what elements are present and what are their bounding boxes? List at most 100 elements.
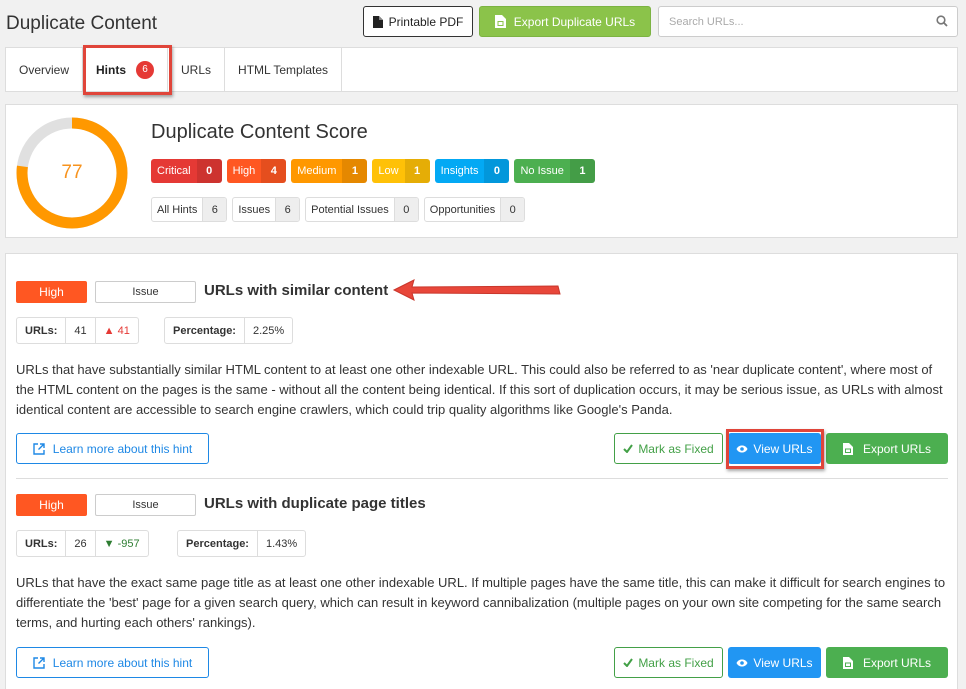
severity-low[interactable]: Low 1: [372, 159, 430, 183]
mark-as-fixed-button[interactable]: Mark as Fixed: [614, 433, 723, 464]
printable-pdf-label: Printable PDF: [388, 14, 464, 29]
hint-type-badge: Issue: [95, 494, 196, 516]
mark-as-fixed-button[interactable]: Mark as Fixed: [614, 647, 723, 678]
export-duplicate-urls-button[interactable]: Export Duplicate URLs: [479, 6, 651, 37]
hints-count-badge: 6: [136, 60, 155, 79]
learn-more-button[interactable]: Learn more about this hint: [16, 433, 209, 464]
severity-count: 1: [404, 159, 430, 183]
hint-title[interactable]: URLs with similar content: [204, 282, 388, 299]
check-icon: [623, 658, 634, 667]
hint-title[interactable]: URLs with duplicate page titles: [204, 495, 426, 512]
tab-overview[interactable]: Overview: [6, 48, 84, 91]
severity-count: 0: [196, 159, 222, 183]
annotation-arrow: [392, 279, 561, 301]
category-count: 6: [202, 198, 227, 221]
external-link-icon: [33, 442, 45, 455]
category-count: 0: [500, 198, 525, 221]
percentage-label: Percentage:: [165, 318, 245, 343]
export-duplicate-urls-label: Export Duplicate URLs: [513, 14, 636, 29]
learn-more-label: Learn more about this hint: [52, 441, 193, 456]
arrow-up-icon: ▲: [103, 324, 118, 337]
view-urls-button[interactable]: View URLs: [728, 433, 821, 464]
urls-stat-label: URLs:: [17, 318, 67, 343]
hint-description: URLs that have substantially similar HTM…: [16, 362, 943, 417]
category-label: Opportunities: [429, 203, 496, 216]
view-urls-label: View URLs: [753, 441, 813, 456]
export-urls-button[interactable]: Export URLs: [826, 433, 948, 464]
learn-more-button[interactable]: Learn more about this hint: [16, 647, 209, 678]
score-panel: 77 Duplicate Content Score Critical 0 Hig…: [5, 104, 958, 238]
view-urls-button[interactable]: View URLs: [728, 647, 821, 678]
severity-label: Insights: [440, 165, 479, 177]
percentage-stat: Percentage: 1.43%: [177, 530, 307, 557]
severity-label: High: [232, 165, 256, 177]
category-opportunities[interactable]: Opportunities 0: [423, 197, 526, 222]
urls-count: 41: [66, 318, 96, 343]
arrow-down-icon: ▼: [103, 537, 118, 550]
search-box: [658, 6, 958, 37]
percentage-label: Percentage:: [178, 531, 258, 556]
tab-bar: Overview Hints 6 URLs HTML Templates: [5, 47, 958, 92]
category-filters: All Hints 6 Issues 6 Potential Issues 0 Opp…: [151, 197, 526, 222]
priority-badge: High: [16, 281, 87, 303]
category-potential-issues[interactable]: Potential Issues 0: [305, 197, 419, 222]
search-icon[interactable]: [936, 15, 948, 27]
tab-urls[interactable]: URLs: [168, 48, 226, 91]
tab-html-templates[interactable]: HTML Templates: [225, 48, 343, 91]
score-title: Duplicate Content Score: [151, 121, 368, 143]
severity-label: Critical: [157, 165, 191, 177]
file-icon: [372, 15, 383, 28]
urls-stat-label: URLs:: [17, 531, 67, 556]
severity-label: Low: [378, 165, 399, 177]
eye-icon: [736, 445, 748, 452]
priority-badge: High: [16, 494, 87, 516]
urls-change: ▲ 41: [96, 318, 138, 343]
category-count: 0: [393, 198, 418, 221]
urls-change-value: -957: [117, 537, 140, 550]
severity-label: No Issue: [520, 165, 564, 177]
export-urls-label: Export URLs: [862, 441, 932, 456]
tab-urls-label: URLs: [181, 62, 212, 77]
eye-icon: [736, 659, 748, 666]
tab-html-templates-label: HTML Templates: [238, 62, 329, 77]
severity-no-issue[interactable]: No Issue 1: [514, 159, 595, 183]
severity-insights[interactable]: Insights 0: [434, 159, 510, 183]
hints-panel: High Issue URLs with similar content URL…: [5, 253, 958, 689]
percentage-stat: Percentage: 2.25%: [164, 317, 294, 344]
severity-count: 1: [342, 159, 368, 183]
severity-count: 4: [261, 159, 287, 183]
severity-critical[interactable]: Critical 0: [151, 159, 222, 183]
urls-stat: URLs: 41 ▲ 41: [16, 317, 139, 344]
spreadsheet-icon: [842, 656, 853, 669]
spreadsheet-icon: [494, 15, 506, 28]
printable-pdf-button[interactable]: Printable PDF: [363, 6, 473, 37]
search-input[interactable]: [659, 7, 919, 36]
export-urls-label: Export URLs: [862, 655, 932, 670]
category-label: All Hints: [157, 203, 198, 216]
hint-type-badge: Issue: [95, 281, 196, 303]
percentage-value: 2.25%: [252, 324, 285, 337]
severity-medium[interactable]: Medium 1: [291, 159, 368, 183]
category-label: Issues: [238, 203, 271, 216]
export-urls-button[interactable]: Export URLs: [826, 647, 948, 678]
view-urls-label: View URLs: [753, 655, 813, 670]
tab-hints[interactable]: Hints 6: [83, 48, 169, 91]
learn-more-label: Learn more about this hint: [52, 655, 193, 670]
category-count: 6: [275, 198, 300, 221]
score-value: 77: [61, 162, 83, 183]
severity-count: 0: [484, 159, 510, 183]
category-all-hints[interactable]: All Hints 6: [151, 197, 228, 222]
mark-as-fixed-label: Mark as Fixed: [638, 441, 714, 456]
urls-change-value: 41: [117, 324, 130, 337]
mark-as-fixed-label: Mark as Fixed: [638, 655, 714, 670]
severity-filters: Critical 0 High 4 Medium 1 Low 1 Insights 0 N…: [151, 159, 595, 183]
severity-high[interactable]: High 4: [226, 159, 287, 183]
tab-overview-label: Overview: [19, 62, 70, 77]
percentage-value: 1.43%: [265, 537, 298, 550]
spreadsheet-icon: [842, 442, 853, 455]
hint-card: High Issue URLs with similar content URL…: [16, 281, 948, 481]
check-icon: [623, 444, 634, 453]
page-title: Duplicate Content: [6, 13, 158, 34]
category-issues[interactable]: Issues 6: [232, 197, 301, 222]
severity-count: 1: [569, 159, 595, 183]
